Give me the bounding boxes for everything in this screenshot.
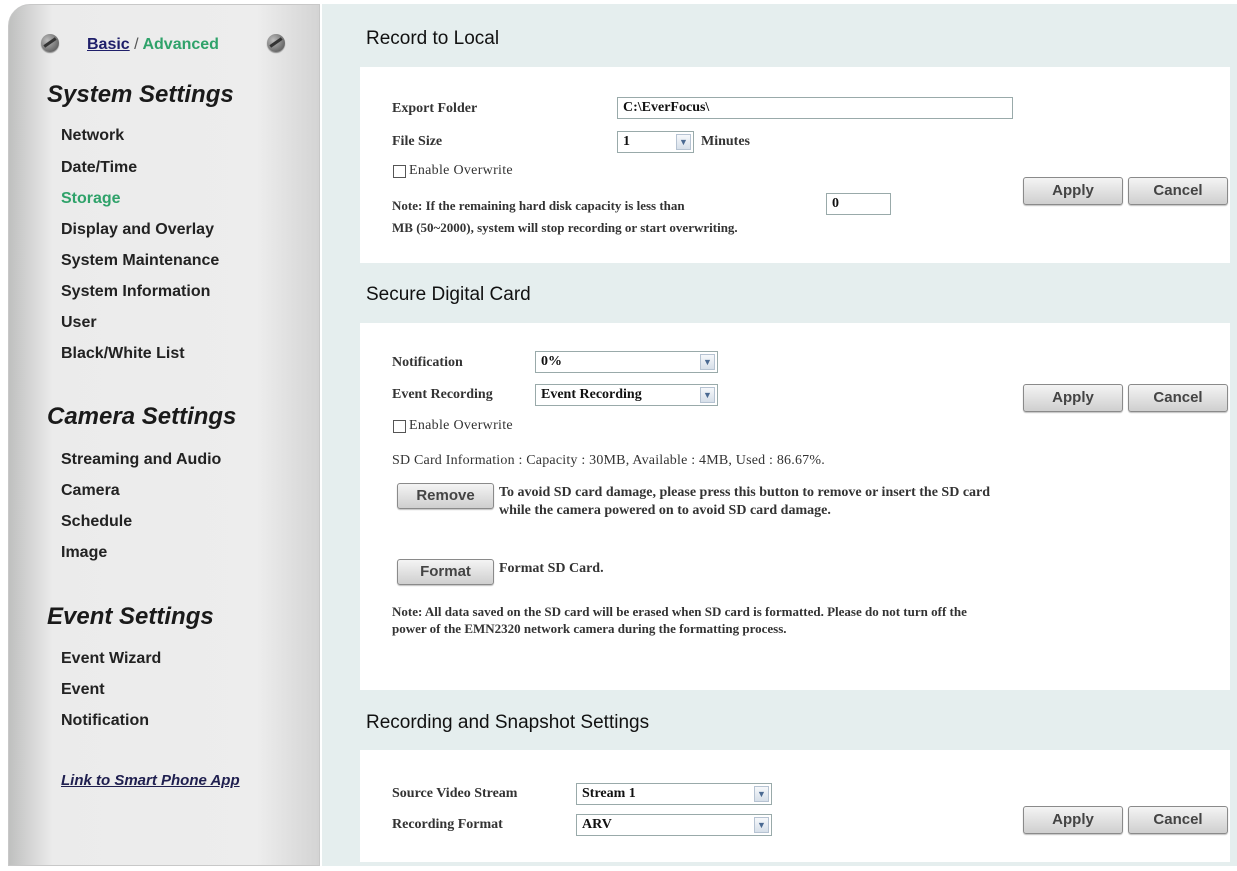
file-size-select[interactable]: 1 ▼ <box>617 131 694 153</box>
screw-icon <box>41 34 59 52</box>
event-recording-value: Event Recording <box>541 387 642 402</box>
settings-sidebar: Basic / Advanced System Settings Network… <box>8 4 320 866</box>
file-size-value: 1 <box>623 134 630 149</box>
recording-format-value: ARV <box>582 817 612 832</box>
source-video-stream-label: Source Video Stream <box>392 786 518 801</box>
sidebar-item-storage[interactable]: Storage <box>61 190 121 208</box>
sd-card-apply-button[interactable]: Apply <box>1023 384 1123 412</box>
chevron-down-icon[interactable]: ▼ <box>676 134 691 150</box>
system-settings-heading: System Settings <box>47 81 234 108</box>
record-to-local-title: Record to Local <box>366 28 500 49</box>
export-folder-label: Export Folder <box>392 101 478 116</box>
mode-separator: / <box>134 36 139 53</box>
sidebar-item-notification[interactable]: Notification <box>61 712 149 730</box>
storage-settings-main: Record to Local Export Folder File Size … <box>322 4 1237 866</box>
enable-overwrite-label: Enable Overwrite <box>409 163 513 178</box>
sidebar-item-black-white-list[interactable]: Black/White List <box>61 345 185 363</box>
remove-sd-note: To avoid SD card damage, please press th… <box>499 485 991 518</box>
screw-icon <box>267 34 285 52</box>
sd-card-cancel-button[interactable]: Cancel <box>1128 384 1228 412</box>
export-folder-input[interactable] <box>617 97 1013 119</box>
sidebar-item-system-information[interactable]: System Information <box>61 283 210 301</box>
sd-enable-overwrite-checkbox[interactable] <box>393 420 406 433</box>
smart-phone-app-link[interactable]: Link to Smart Phone App <box>61 772 240 789</box>
mode-advanced-label[interactable]: Advanced <box>142 36 218 53</box>
sidebar-item-system-maintenance[interactable]: System Maintenance <box>61 252 219 270</box>
event-settings-heading: Event Settings <box>47 603 214 630</box>
sidebar-item-date-time[interactable]: Date/Time <box>61 159 137 177</box>
file-size-label: File Size <box>392 134 443 149</box>
event-recording-label: Event Recording <box>392 387 493 402</box>
recording-snapshot-panel: Source Video Stream Stream 1 ▼ Recording… <box>360 750 1230 862</box>
sd-card-title: Secure Digital Card <box>366 284 531 305</box>
sidebar-item-camera[interactable]: Camera <box>61 482 120 500</box>
source-video-stream-value: Stream 1 <box>582 786 636 801</box>
recording-snapshot-title: Recording and Snapshot Settings <box>366 712 650 733</box>
notification-value: 0% <box>541 354 562 369</box>
file-size-unit: Minutes <box>701 134 750 149</box>
format-sd-button[interactable]: Format <box>397 559 494 585</box>
enable-overwrite-checkbox[interactable] <box>393 165 406 178</box>
recording-cancel-button[interactable]: Cancel <box>1128 806 1228 834</box>
remove-sd-button[interactable]: Remove <box>397 483 494 509</box>
notification-label: Notification <box>392 355 463 370</box>
record-to-local-panel: Export Folder File Size 1 ▼ Minutes Enab… <box>360 67 1230 263</box>
recording-apply-button[interactable]: Apply <box>1023 806 1123 834</box>
sd-card-information: SD Card Information : Capacity : 30MB, A… <box>392 453 825 468</box>
sidebar-item-display-overlay[interactable]: Display and Overlay <box>61 221 214 239</box>
capacity-note-prefix: Note: If the remaining hard disk capacit… <box>392 198 685 213</box>
chevron-down-icon[interactable]: ▼ <box>754 817 769 833</box>
format-sd-note: Format SD Card. <box>499 561 604 576</box>
record-local-cancel-button[interactable]: Cancel <box>1128 177 1228 205</box>
source-video-stream-select[interactable]: Stream 1 ▼ <box>576 783 772 805</box>
format-warning-note: Note: All data saved on the SD card will… <box>392 604 967 636</box>
sd-enable-overwrite-label: Enable Overwrite <box>409 418 513 433</box>
recording-format-label: Recording Format <box>392 817 503 832</box>
sidebar-item-schedule[interactable]: Schedule <box>61 513 132 531</box>
chevron-down-icon[interactable]: ▼ <box>700 354 715 370</box>
sidebar-item-network[interactable]: Network <box>61 127 124 145</box>
chevron-down-icon[interactable]: ▼ <box>754 786 769 802</box>
notification-select[interactable]: 0% ▼ <box>535 351 718 373</box>
sd-card-panel: Notification 0% ▼ Event Recording Event … <box>360 323 1230 690</box>
record-local-apply-button[interactable]: Apply <box>1023 177 1123 205</box>
sidebar-item-streaming-audio[interactable]: Streaming and Audio <box>61 451 221 469</box>
capacity-threshold-input[interactable] <box>826 193 891 215</box>
mode-basic-link[interactable]: Basic <box>87 36 130 53</box>
chevron-down-icon[interactable]: ▼ <box>700 387 715 403</box>
sidebar-item-event[interactable]: Event <box>61 681 105 699</box>
sidebar-item-event-wizard[interactable]: Event Wizard <box>61 650 161 668</box>
mode-switch: Basic / Advanced <box>87 36 219 54</box>
event-recording-select[interactable]: Event Recording ▼ <box>535 384 718 406</box>
recording-format-select[interactable]: ARV ▼ <box>576 814 772 836</box>
camera-settings-heading: Camera Settings <box>47 403 237 430</box>
capacity-note-suffix: MB (50~2000), system will stop recording… <box>392 220 738 235</box>
sidebar-item-image[interactable]: Image <box>61 544 107 562</box>
sidebar-item-user[interactable]: User <box>61 314 97 332</box>
